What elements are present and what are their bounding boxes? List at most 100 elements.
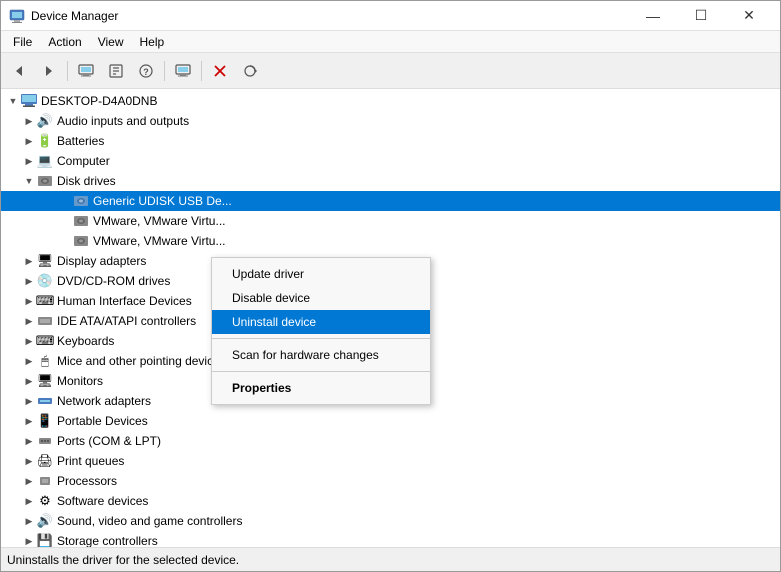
tree-generic-udisk[interactable]: Generic UDISK USB De...: [1, 191, 780, 211]
sound-icon: 🔊: [37, 513, 53, 529]
print-icon: 🖨: [37, 453, 53, 469]
close-button[interactable]: ✕: [726, 1, 772, 31]
computer-icon: 💻: [37, 153, 53, 169]
window: Device Manager — ☐ ✕ File Action View He…: [0, 0, 781, 572]
ports-icon: [37, 433, 53, 449]
toolbar-computer[interactable]: [72, 57, 100, 85]
portable-expand-icon: ▶: [21, 413, 37, 429]
ctx-update-driver[interactable]: Update driver: [212, 262, 430, 286]
ctx-uninstall-label: Uninstall device: [232, 315, 316, 329]
ctx-update-label: Update driver: [232, 267, 304, 281]
ctx-scan-label: Scan for hardware changes: [232, 348, 379, 362]
network-expand-icon: ▶: [21, 393, 37, 409]
disk-expand-icon: ▼: [21, 173, 37, 189]
ctx-scan-hardware[interactable]: Scan for hardware changes: [212, 343, 430, 367]
root-label: DESKTOP-D4A0DNB: [41, 94, 157, 108]
mice-icon: 🖱: [37, 353, 53, 369]
tree-processors[interactable]: ▶ Processors: [1, 471, 780, 491]
content-area: ▼ DESKTOP-D4A0DNB ▶ 🔊 Audio inputs and o…: [1, 89, 780, 547]
ctx-uninstall-device[interactable]: Uninstall device: [212, 310, 430, 334]
menu-view[interactable]: View: [90, 33, 132, 51]
hid-icon: ⌨: [37, 293, 53, 309]
software-icon: ⚙: [37, 493, 53, 509]
computer-label: Computer: [57, 154, 110, 168]
tree-ports[interactable]: ▶ Ports (COM & LPT): [1, 431, 780, 451]
tree-portable[interactable]: ▶ 📱 Portable Devices: [1, 411, 780, 431]
ide-icon: [37, 313, 53, 329]
network-icon: [37, 393, 53, 409]
print-label: Print queues: [57, 454, 124, 468]
tree-software[interactable]: ▶ ⚙ Software devices: [1, 491, 780, 511]
keyboards-expand-icon: ▶: [21, 333, 37, 349]
tree-print[interactable]: ▶ 🖨 Print queues: [1, 451, 780, 471]
minimize-button[interactable]: —: [630, 1, 676, 31]
tree-storage[interactable]: ▶ 💾 Storage controllers: [1, 531, 780, 547]
menu-help[interactable]: Help: [132, 33, 173, 51]
sound-label: Sound, video and game controllers: [57, 514, 242, 528]
batteries-label: Batteries: [57, 134, 104, 148]
title-bar: Device Manager — ☐ ✕: [1, 1, 780, 31]
ctx-sep2: [212, 371, 430, 372]
tree-audio[interactable]: ▶ 🔊 Audio inputs and outputs: [1, 111, 780, 131]
tree-computer[interactable]: ▶ 💻 Computer: [1, 151, 780, 171]
ctx-props-label: Properties: [232, 381, 291, 395]
audio-expand-icon: ▶: [21, 113, 37, 129]
toolbar-scan[interactable]: [236, 57, 264, 85]
svg-text:?: ?: [143, 67, 149, 77]
toolbar-forward[interactable]: [35, 57, 63, 85]
toolbar-delete[interactable]: [206, 57, 234, 85]
ctx-disable-device[interactable]: Disable device: [212, 286, 430, 310]
menu-action[interactable]: Action: [40, 33, 89, 51]
maximize-button[interactable]: ☐: [678, 1, 724, 31]
audio-icon: 🔊: [37, 113, 53, 129]
software-expand-icon: ▶: [21, 493, 37, 509]
ports-label: Ports (COM & LPT): [57, 434, 161, 448]
toolbar-device-manager[interactable]: [169, 57, 197, 85]
batteries-icon: 🔋: [37, 133, 53, 149]
tree-root[interactable]: ▼ DESKTOP-D4A0DNB: [1, 91, 780, 111]
title-bar-controls: — ☐ ✕: [630, 1, 772, 31]
dvd-label: DVD/CD-ROM drives: [57, 274, 170, 288]
processors-label: Processors: [57, 474, 117, 488]
display-expand-icon: ▶: [21, 253, 37, 269]
generic-icon: [73, 193, 89, 209]
toolbar-back[interactable]: [5, 57, 33, 85]
status-text: Uninstalls the driver for the selected d…: [7, 553, 239, 567]
vmware2-expand-icon: [57, 233, 73, 249]
monitors-label: Monitors: [57, 374, 103, 388]
ctx-sep1: [212, 338, 430, 339]
device-tree[interactable]: ▼ DESKTOP-D4A0DNB ▶ 🔊 Audio inputs and o…: [1, 89, 780, 547]
processors-expand-icon: ▶: [21, 473, 37, 489]
display-label: Display adapters: [57, 254, 146, 268]
tree-vmware1[interactable]: VMware, VMware Virtu...: [1, 211, 780, 231]
ide-label: IDE ATA/ATAPI controllers: [57, 314, 196, 328]
monitors-expand-icon: ▶: [21, 373, 37, 389]
mice-expand-icon: ▶: [21, 353, 37, 369]
toolbar-properties[interactable]: [102, 57, 130, 85]
vmware1-label: VMware, VMware Virtu...: [93, 214, 225, 228]
vmware1-expand-icon: [57, 213, 73, 229]
tree-batteries[interactable]: ▶ 🔋 Batteries: [1, 131, 780, 151]
tree-sound[interactable]: ▶ 🔊 Sound, video and game controllers: [1, 511, 780, 531]
toolbar-help[interactable]: ?: [132, 57, 160, 85]
toolbar: ?: [1, 53, 780, 89]
vmware2-label: VMware, VMware Virtu...: [93, 234, 225, 248]
print-expand-icon: ▶: [21, 453, 37, 469]
tree-disk[interactable]: ▼ Disk drives: [1, 171, 780, 191]
menu-bar: File Action View Help: [1, 31, 780, 53]
tree-vmware2[interactable]: VMware, VMware Virtu...: [1, 231, 780, 251]
menu-file[interactable]: File: [5, 33, 40, 51]
status-bar: Uninstalls the driver for the selected d…: [1, 547, 780, 571]
dvd-expand-icon: ▶: [21, 273, 37, 289]
hid-label: Human Interface Devices: [57, 294, 192, 308]
ports-expand-icon: ▶: [21, 433, 37, 449]
vmware1-icon: [73, 213, 89, 229]
ide-expand-icon: ▶: [21, 313, 37, 329]
storage-icon: 💾: [37, 533, 53, 547]
keyboards-label: Keyboards: [57, 334, 114, 348]
ctx-properties[interactable]: Properties: [212, 376, 430, 400]
disk-label: Disk drives: [57, 174, 116, 188]
portable-label: Portable Devices: [57, 414, 148, 428]
sound-expand-icon: ▶: [21, 513, 37, 529]
generic-expand-icon: [57, 193, 73, 209]
